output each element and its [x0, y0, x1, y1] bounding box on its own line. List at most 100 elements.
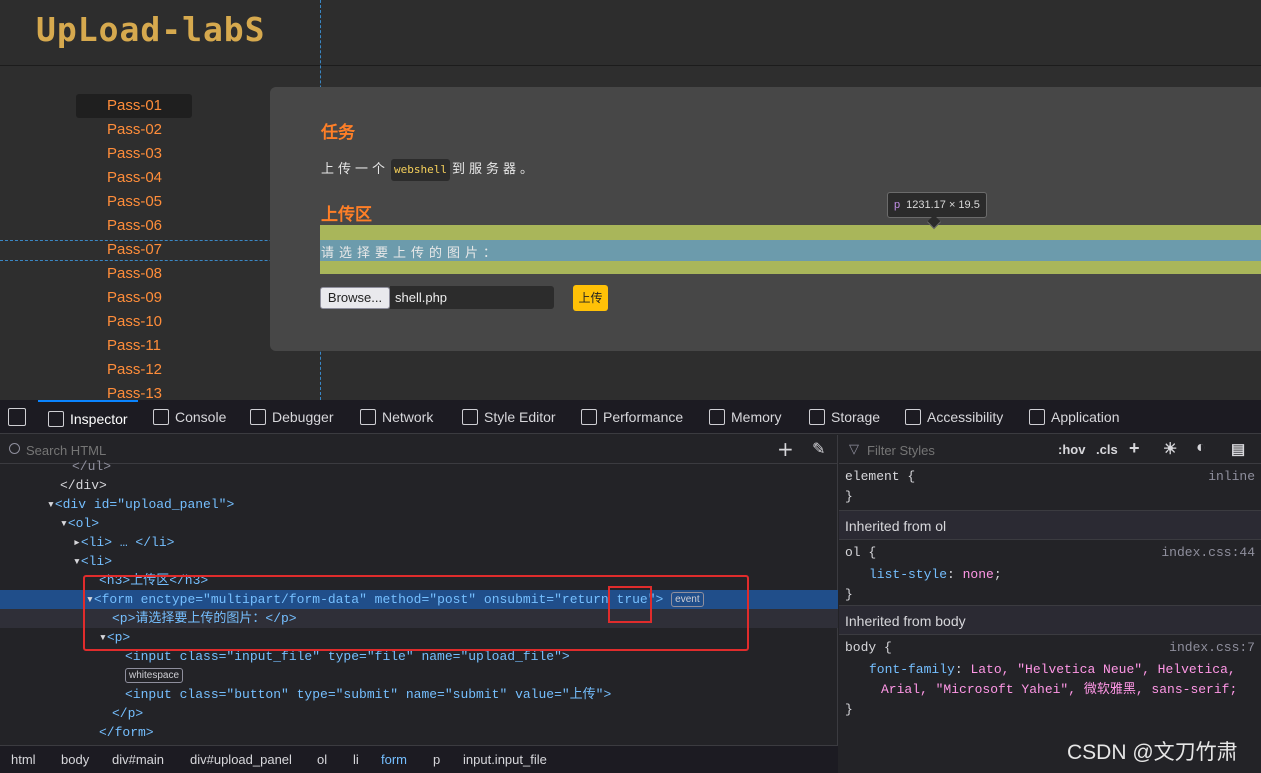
- tab-memory[interactable]: Memory: [709, 400, 782, 434]
- menu-item-pass-07[interactable]: Pass-07: [76, 238, 192, 262]
- storage-icon: [809, 409, 825, 425]
- print-media-icon[interactable]: ▤: [1231, 440, 1245, 458]
- page-header: UpLoad-labS: [0, 0, 1261, 66]
- dark-theme-icon[interactable]: ◐: [1196, 439, 1206, 457]
- expand-triangle-icon[interactable]: ▾: [60, 516, 68, 531]
- inspector-icon: [48, 411, 64, 427]
- crumb-html[interactable]: html: [11, 746, 36, 773]
- tab-accessibility[interactable]: Accessibility: [905, 400, 1003, 434]
- task-code: webshell: [391, 159, 450, 181]
- markup-line[interactable]: whitespace: [0, 666, 838, 685]
- markup-line[interactable]: <input class="button" type="submit" name…: [0, 685, 838, 704]
- tab-console[interactable]: Console: [153, 400, 226, 434]
- crumb-div-main[interactable]: div#main: [112, 746, 164, 773]
- menu-item-pass-01[interactable]: Pass-01: [76, 94, 192, 118]
- task-suffix: 到服务器。: [452, 162, 538, 177]
- markup-line[interactable]: </ul>: [0, 457, 838, 476]
- body-declaration[interactable]: font-family: Lato, "Helvetica Neue", Hel…: [839, 660, 1261, 680]
- tab-application[interactable]: Application: [1029, 400, 1120, 434]
- style-editor-icon: [462, 409, 478, 425]
- site-logo: UpLoad-labS: [36, 10, 266, 49]
- menu-item-pass-02[interactable]: Pass-02: [76, 118, 192, 142]
- markup-line[interactable]: </div>: [0, 476, 838, 495]
- element-rule: element {inline: [839, 467, 1261, 487]
- markup-line[interactable]: ▾<div id="upload_panel">: [0, 495, 838, 514]
- crumb-body[interactable]: body: [61, 746, 89, 773]
- menu-item-pass-06[interactable]: Pass-06: [76, 214, 192, 238]
- browse-button[interactable]: Browse...: [320, 287, 390, 309]
- light-theme-icon[interactable]: ☀: [1163, 439, 1177, 459]
- rule-close-brace: }: [845, 587, 853, 602]
- crumb-li[interactable]: li: [353, 746, 359, 773]
- upload-heading: 上传区: [321, 205, 372, 224]
- eyedropper-icon[interactable]: ✎: [812, 439, 825, 458]
- highlight-margin-top: [320, 225, 1261, 240]
- element-rule-source: inline: [1208, 469, 1255, 484]
- collapse-triangle-icon[interactable]: ▸: [73, 535, 81, 550]
- hov-toggle[interactable]: :hov: [1058, 442, 1085, 457]
- expand-triangle-icon[interactable]: ▾: [73, 554, 81, 569]
- body-rule: body {index.css:7: [839, 638, 1261, 658]
- menu-item-pass-10[interactable]: Pass-10: [76, 310, 192, 334]
- menu-item-pass-11[interactable]: Pass-11: [76, 334, 192, 358]
- watermark: CSDN @文刀竹肃: [1067, 741, 1238, 764]
- filter-icon: ▽: [849, 442, 859, 457]
- debugger-icon: [250, 409, 266, 425]
- accessibility-icon: [905, 409, 921, 425]
- menu-item-pass-09[interactable]: Pass-09: [76, 286, 192, 310]
- breadcrumb: html body div#main div#upload_panel ol l…: [0, 745, 838, 773]
- menu-item-pass-13[interactable]: Pass-13: [76, 382, 192, 400]
- pass-menu: Pass-01 Pass-02 Pass-03 Pass-04 Pass-05 …: [76, 94, 192, 400]
- filter-styles-input[interactable]: [867, 441, 1017, 459]
- expand-triangle-icon[interactable]: ▾: [47, 497, 55, 512]
- memory-icon: [709, 409, 725, 425]
- rule-close-brace: }: [845, 702, 853, 717]
- body-rule-source[interactable]: index.css:7: [1169, 638, 1255, 658]
- performance-icon: [581, 409, 597, 425]
- menu-item-pass-04[interactable]: Pass-04: [76, 166, 192, 190]
- tab-inspector[interactable]: Inspector: [38, 400, 138, 434]
- cls-toggle[interactable]: .cls: [1096, 442, 1118, 457]
- tab-performance[interactable]: Performance: [581, 400, 683, 434]
- markup-line[interactable]: ▾<ol>: [0, 514, 838, 533]
- task-heading: 任务: [321, 123, 355, 142]
- tab-style-editor[interactable]: Style Editor: [462, 400, 556, 434]
- upload-prompt: 请选择要上传的图片：: [321, 246, 502, 261]
- element-picker-icon[interactable]: [8, 408, 26, 426]
- menu-item-pass-08[interactable]: Pass-08: [76, 262, 192, 286]
- markup-line[interactable]: </p>: [0, 704, 838, 723]
- crumb-input-file[interactable]: input.input_file: [463, 746, 547, 773]
- ol-declaration[interactable]: list-style: none;: [839, 565, 1261, 585]
- element-size-tooltip: p 1231.17 × 19.5: [887, 192, 987, 218]
- ol-rule-source[interactable]: index.css:44: [1161, 543, 1255, 563]
- network-icon: [360, 409, 376, 425]
- crumb-p[interactable]: p: [433, 746, 440, 773]
- whitespace-badge: whitespace: [125, 668, 184, 683]
- annotation-box-return-true: [608, 586, 652, 623]
- markup-line[interactable]: ▸<li> … </li>: [0, 533, 838, 552]
- crumb-div-upload-panel[interactable]: div#upload_panel: [190, 746, 292, 773]
- tab-storage[interactable]: Storage: [809, 400, 880, 434]
- task-prefix: 上传一个: [321, 162, 390, 177]
- crumb-ol[interactable]: ol: [317, 746, 327, 773]
- console-icon: [153, 409, 169, 425]
- markup-line[interactable]: ▾<li>: [0, 552, 838, 571]
- tab-network[interactable]: Network: [360, 400, 433, 434]
- rules-pane: ▽ :hov .cls + ☀ ◐ ▤ element {inline } In…: [839, 435, 1261, 773]
- crumb-form[interactable]: form: [381, 746, 407, 773]
- menu-item-pass-12[interactable]: Pass-12: [76, 358, 192, 382]
- inherited-body-header: Inherited from body: [839, 605, 1261, 635]
- web-page: UpLoad-labS Pass-01 Pass-02 Pass-03 Pass…: [0, 0, 1261, 400]
- styles-filter-bar: ▽ :hov .cls + ☀ ◐ ▤: [839, 435, 1261, 464]
- upload-button[interactable]: 上传: [573, 285, 608, 311]
- selected-file-name: shell.php: [390, 286, 554, 309]
- task-description: 上传一个 webshell 到服务器。: [321, 159, 537, 181]
- app: UpLoad-labS Pass-01 Pass-02 Pass-03 Pass…: [0, 0, 1261, 773]
- menu-item-pass-03[interactable]: Pass-03: [76, 142, 192, 166]
- markup-line[interactable]: </form>: [0, 723, 838, 742]
- menu-item-pass-05[interactable]: Pass-05: [76, 190, 192, 214]
- ol-rule: ol {index.css:44: [839, 543, 1261, 563]
- tooltip-size: 1231.17 × 19.5: [906, 199, 980, 211]
- tab-debugger[interactable]: Debugger: [250, 400, 334, 434]
- add-rule-icon[interactable]: +: [1129, 438, 1140, 459]
